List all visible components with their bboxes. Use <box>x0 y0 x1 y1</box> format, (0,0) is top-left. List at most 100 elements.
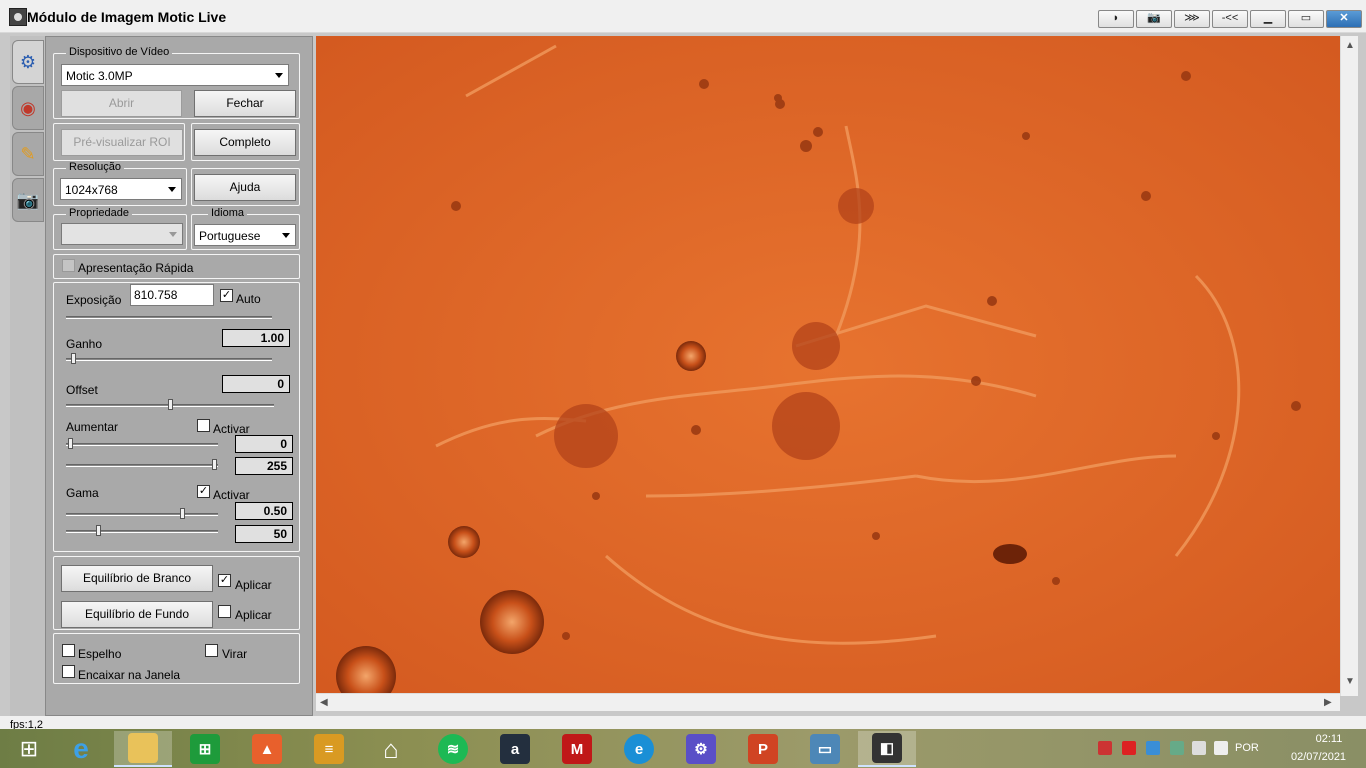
full-button[interactable]: Completo <box>194 129 296 156</box>
enhance-low-thumb[interactable] <box>68 438 73 449</box>
scroll-right-icon[interactable]: ▶ <box>1324 697 1332 708</box>
white-balance-apply-checkbox[interactable]: ✓ <box>218 574 231 587</box>
gamma-activate-checkbox[interactable]: ✓ <box>197 485 210 498</box>
enhance-high-slider[interactable] <box>66 464 218 467</box>
gamma-value-2: 50 <box>235 525 293 543</box>
taskbar-spotify[interactable]: ≋ <box>424 731 482 767</box>
help-button[interactable]: Ajuda <box>194 174 296 201</box>
play-button[interactable]: ◗ <box>1098 10 1134 28</box>
quick-preview-label: Apresentação Rápida <box>78 261 194 275</box>
offset-value: 0 <box>222 375 290 393</box>
taskbar-photo-viewer[interactable]: ▭ <box>796 731 854 767</box>
taskbar-internet-explorer[interactable]: e <box>52 731 110 767</box>
open-button[interactable]: Abrir <box>61 90 182 117</box>
gamma-thumb-1[interactable] <box>180 508 185 519</box>
security-icon[interactable] <box>1122 741 1136 755</box>
battery-icon[interactable] <box>1192 741 1206 755</box>
offset-slider-thumb[interactable] <box>168 399 173 410</box>
fish-button[interactable]: ⋙ <box>1174 10 1210 28</box>
quick-preview-checkbox[interactable] <box>62 259 75 272</box>
taskbar-home[interactable]: ⌂ <box>362 731 420 767</box>
volume-icon[interactable] <box>1214 741 1228 755</box>
taskbar-edge[interactable]: e <box>610 731 668 767</box>
motic-app-icon <box>9 8 27 26</box>
tab-camera[interactable]: 📷 <box>12 178 44 222</box>
microscope-sample-image <box>316 36 1340 696</box>
enhance-high-thumb[interactable] <box>212 459 217 470</box>
video-device-select[interactable]: Motic 3.0MP <box>61 64 289 86</box>
taskbar-store[interactable]: ⊞ <box>176 731 234 767</box>
language-label: Idioma <box>208 207 248 219</box>
notes-icon: ≡ <box>314 734 344 764</box>
preview-roi-button[interactable]: Pré-visualizar ROI <box>61 129 183 156</box>
language-value: Portuguese <box>199 229 261 243</box>
home-icon: ⌂ <box>383 733 399 764</box>
fit-window-checkbox[interactable] <box>62 665 75 678</box>
start-button[interactable]: ⊞ <box>0 731 58 767</box>
taskbar-amazon[interactable]: a <box>486 731 544 767</box>
taskbar-settings[interactable]: ⚙ <box>672 731 730 767</box>
gamma-slider-1[interactable] <box>66 513 218 516</box>
taskbar-file-explorer[interactable] <box>114 731 172 767</box>
clock-date[interactable]: 02/07/2021 <box>1291 751 1346 763</box>
taskbar-motic[interactable]: ◧ <box>858 731 916 767</box>
background-balance-apply-checkbox[interactable] <box>218 605 231 618</box>
network-icon[interactable] <box>1146 741 1160 755</box>
mirror-label: Espelho <box>78 647 122 661</box>
offset-label: Offset <box>66 383 98 397</box>
exposure-slider[interactable] <box>66 316 272 319</box>
horizontal-scrollbar[interactable]: ◀ ▶ <box>316 693 1340 711</box>
gain-slider-thumb[interactable] <box>71 353 76 364</box>
edge-icon: e <box>624 734 654 764</box>
maximize-button[interactable]: ▭ <box>1288 10 1324 28</box>
tab-color[interactable]: ◉ <box>12 86 44 130</box>
internet-explorer-icon: e <box>73 733 89 764</box>
camera-icon: 📷 <box>16 189 40 210</box>
taskbar: ⊞ e ⊞ ▲ ≡ ⌂ ≋ a M e ⚙ P ▭ ◧ POR 02:11 02… <box>0 729 1366 768</box>
mirror-checkbox[interactable] <box>62 644 75 657</box>
gamma-activate-label: Activar <box>213 488 250 502</box>
scroll-down-icon[interactable]: ▼ <box>1345 676 1355 687</box>
taskbar-photos[interactable]: ▲ <box>238 731 296 767</box>
close-button[interactable]: ✕ <box>1326 10 1362 28</box>
auto-exposure-checkbox[interactable]: ✓ <box>220 289 233 302</box>
sync-icon[interactable] <box>1170 741 1184 755</box>
microscope-image-view[interactable] <box>316 36 1340 696</box>
white-balance-button[interactable]: Equilíbrio de Branco <box>61 565 213 592</box>
language-indicator[interactable]: POR <box>1235 742 1259 754</box>
enhance-low-value: 0 <box>235 435 293 453</box>
gamma-thumb-2[interactable] <box>96 525 101 536</box>
mcafee-icon: M <box>562 734 592 764</box>
color-wheel-icon: ◉ <box>20 97 36 118</box>
chevron-down-icon <box>169 232 177 237</box>
background-balance-button[interactable]: Equilíbrio de Fundo <box>61 601 213 628</box>
property-select[interactable] <box>61 223 183 245</box>
exposure-input[interactable]: 810.758 <box>130 284 214 306</box>
tab-tools[interactable]: ✎ <box>12 132 44 176</box>
gain-slider[interactable] <box>66 358 272 361</box>
scroll-up-icon[interactable]: ▲ <box>1345 40 1355 51</box>
motic-icon: ◧ <box>872 733 902 763</box>
scroll-left-icon[interactable]: ◀ <box>320 697 328 708</box>
close-device-button[interactable]: Fechar <box>194 90 296 117</box>
flip-checkbox[interactable] <box>205 644 218 657</box>
taskbar-mcafee[interactable]: M <box>548 731 606 767</box>
gamma-slider-2[interactable] <box>66 530 218 533</box>
language-select[interactable]: Portuguese <box>194 224 296 246</box>
capture-camera-button[interactable]: 📷 <box>1136 10 1172 28</box>
flag-icon[interactable] <box>1098 741 1112 755</box>
taskbar-notes[interactable]: ≡ <box>300 731 358 767</box>
resolution-select[interactable]: 1024x768 <box>60 178 182 200</box>
enhance-low-slider[interactable] <box>66 443 218 446</box>
vertical-scrollbar[interactable]: ▲ ▼ <box>1340 36 1358 696</box>
minimize-button[interactable]: ▁ <box>1250 10 1286 28</box>
property-label: Propriedade <box>66 207 132 219</box>
rewind-button[interactable]: -<< <box>1212 10 1248 28</box>
enhance-activate-checkbox[interactable] <box>197 419 210 432</box>
title-bar: Módulo de Imagem Motic Live ◗ 📷 ⋙ -<< ▁ … <box>0 0 1366 33</box>
chevron-down-icon <box>275 73 283 78</box>
exposure-label: Exposição <box>66 293 122 307</box>
taskbar-powerpoint[interactable]: P <box>734 731 792 767</box>
tab-capture-settings[interactable]: ⚙ <box>12 40 44 84</box>
clock-time[interactable]: 02:11 <box>1299 733 1359 745</box>
